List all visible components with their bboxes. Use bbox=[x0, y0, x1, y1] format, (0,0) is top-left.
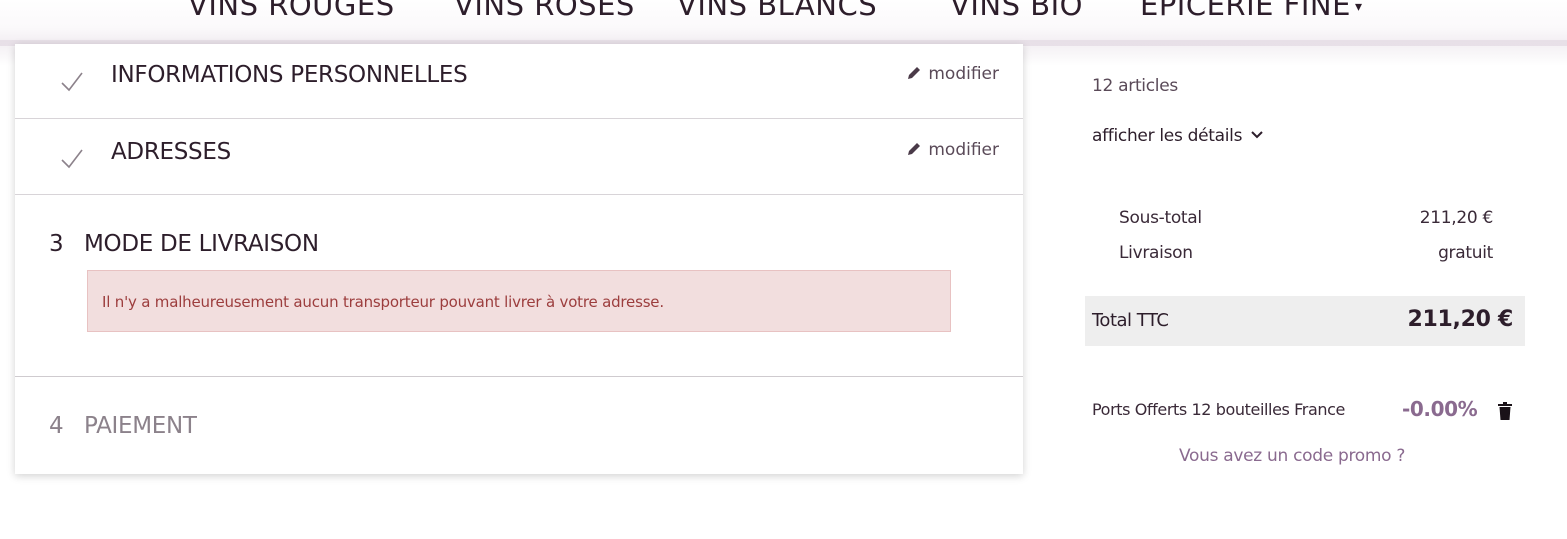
step-title: PAIEMENT bbox=[84, 413, 197, 439]
nav-item-vins-rouges[interactable]: VINS ROUGES bbox=[188, 0, 395, 22]
nav-item-vins-roses[interactable]: VINS ROSÉS bbox=[454, 0, 635, 22]
no-carrier-alert: Il n'y a malheureusement aucun transport… bbox=[87, 270, 951, 332]
caret-down-icon: ▾ bbox=[1354, 0, 1363, 15]
total-label: Total TTC bbox=[1092, 310, 1169, 331]
total-value: 211,20 € bbox=[1407, 307, 1514, 332]
chevron-down-icon bbox=[1251, 131, 1263, 139]
article-count: 12 articles bbox=[1092, 76, 1178, 96]
shipping-value: gratuit bbox=[1438, 243, 1493, 263]
step-personal-info: INFORMATIONS PERSONNELLES modifier bbox=[15, 44, 1023, 119]
nav-item-epicerie-fine[interactable]: ÉPICERIE FINE ▾ bbox=[1140, 0, 1362, 22]
modify-personal-info-link[interactable]: modifier bbox=[906, 64, 999, 84]
subtotal-label: Sous-total bbox=[1119, 208, 1202, 228]
trash-icon[interactable] bbox=[1497, 401, 1513, 421]
subtotal-value: 211,20 € bbox=[1419, 208, 1494, 228]
nav-item-vins-bio[interactable]: VINS BIO bbox=[950, 0, 1083, 22]
nav-item-epicerie-fine-label: ÉPICERIE FINE bbox=[1140, 0, 1351, 22]
step-payment[interactable]: 4 PAIEMENT bbox=[15, 377, 1023, 474]
promo-value: -0.00% bbox=[1402, 397, 1478, 421]
shipping-label: Livraison bbox=[1119, 243, 1193, 263]
nav-item-vins-blancs[interactable]: VINS BLANCS bbox=[677, 0, 877, 22]
step-title: MODE DE LIVRAISON bbox=[84, 231, 319, 257]
check-icon bbox=[61, 72, 83, 92]
modify-label: modifier bbox=[928, 64, 999, 84]
cart-summary: 12 articles afficher les détails Sous-to… bbox=[1085, 60, 1525, 480]
pencil-icon bbox=[908, 67, 921, 79]
step-addresses: ADRESSES modifier bbox=[15, 119, 1023, 195]
promo-name: Ports Offerts 12 bouteilles France bbox=[1092, 400, 1345, 419]
step-title: INFORMATIONS PERSONNELLES bbox=[111, 62, 468, 88]
applied-promo: Ports Offerts 12 bouteilles France -0.00… bbox=[1092, 397, 1518, 421]
modify-label: modifier bbox=[928, 140, 999, 160]
check-icon bbox=[61, 149, 83, 169]
shipping-line: Livraison gratuit bbox=[1119, 243, 1493, 263]
step-delivery-mode: 3 MODE DE LIVRAISON Il n'y a malheureuse… bbox=[15, 195, 1023, 377]
subtotal-line: Sous-total 211,20 € bbox=[1119, 208, 1493, 228]
step-number: 4 bbox=[49, 413, 64, 439]
modify-addresses-link[interactable]: modifier bbox=[906, 140, 999, 160]
show-details-label: afficher les détails bbox=[1092, 126, 1243, 146]
promo-code-link[interactable]: Vous avez un code promo ? bbox=[1179, 446, 1405, 466]
pencil-icon bbox=[908, 143, 921, 155]
step-number: 3 bbox=[49, 231, 64, 257]
step-title: ADRESSES bbox=[111, 139, 231, 165]
checkout-steps: INFORMATIONS PERSONNELLES modifier ADRES… bbox=[15, 44, 1023, 474]
total-row: Total TTC 211,20 € bbox=[1085, 296, 1525, 346]
show-details-toggle[interactable]: afficher les détails bbox=[1092, 126, 1264, 146]
